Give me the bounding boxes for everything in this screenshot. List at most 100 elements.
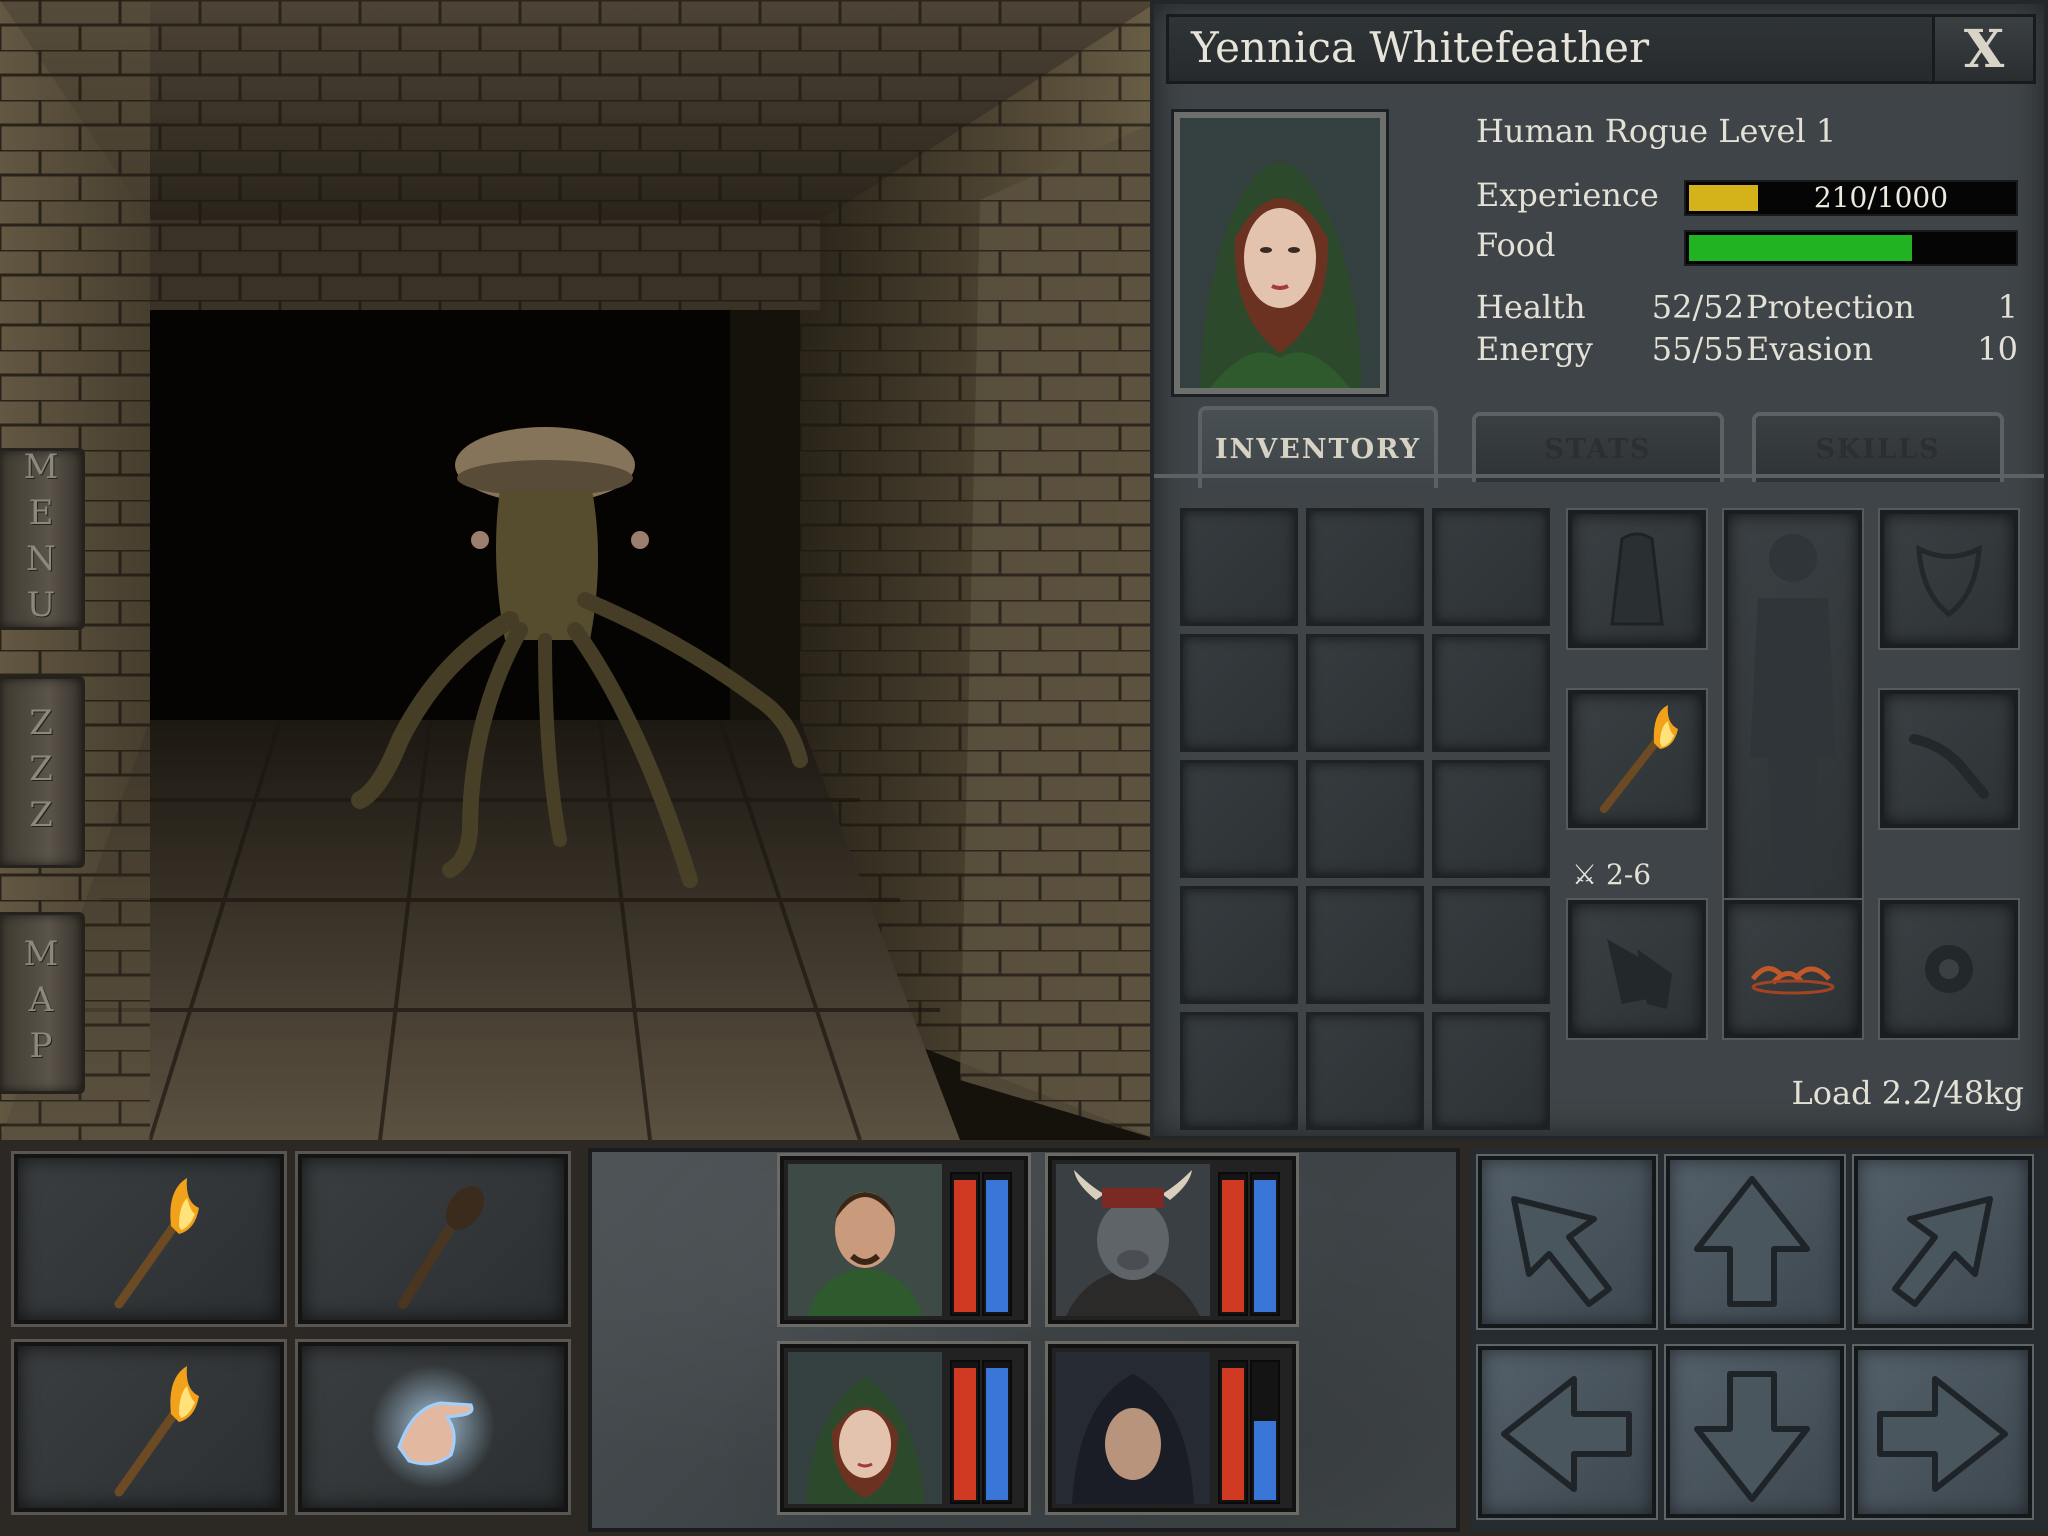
party-portrait	[1056, 1352, 1210, 1504]
health-value: 52/52	[1651, 288, 1744, 326]
ring-icon	[1925, 945, 1973, 993]
energy-bar-fill	[986, 1368, 1008, 1500]
energy-bar	[1250, 1360, 1280, 1504]
dungeon-viewport[interactable]: MENU ZZZ MAP	[0, 0, 1160, 1140]
inventory-slot[interactable]	[1432, 634, 1550, 752]
character-panel: Yennica Whitefeather X Human Rogue Level…	[1150, 0, 2048, 1140]
cloak-icon	[1610, 532, 1664, 626]
character-portrait	[1174, 112, 1386, 394]
party-portrait	[788, 1164, 942, 1316]
name-bar: Yennica Whitefeather X	[1166, 14, 2036, 84]
energy-bar	[1250, 1172, 1280, 1316]
protection-value: 1	[1997, 288, 2018, 326]
inventory-slot[interactable]	[1432, 1012, 1550, 1130]
turn-left-icon	[1511, 1196, 1612, 1307]
inventory-slot[interactable]	[1180, 1012, 1298, 1130]
boots-slot[interactable]	[1722, 898, 1864, 1040]
health-bar	[1218, 1360, 1248, 1504]
inventory-slot[interactable]	[1180, 886, 1298, 1004]
health-bar	[950, 1360, 980, 1504]
open-hand-icon	[371, 1365, 495, 1489]
turn-left-button[interactable]	[1476, 1154, 1658, 1330]
necklace-icon	[1916, 544, 1982, 618]
weapon-damage: ⚔ 2-6	[1572, 858, 1652, 891]
inventory-slot[interactable]	[1180, 760, 1298, 878]
protection-label: Protection	[1746, 288, 1915, 326]
energy-bar-fill	[1254, 1180, 1276, 1312]
map-tab-label: MAP	[21, 934, 61, 1072]
backward-button[interactable]	[1664, 1344, 1846, 1520]
menu-tab[interactable]: MENU	[0, 447, 85, 631]
inventory-area: ⚔ 2-6 Load 2.2/48kg	[1154, 474, 2044, 1140]
party-member-2[interactable]	[1045, 1153, 1299, 1327]
tab-skills[interactable]: SKILLS	[1752, 412, 2004, 482]
inventory-slot[interactable]	[1306, 634, 1424, 752]
inventory-slot[interactable]	[1432, 886, 1550, 1004]
inventory-slot[interactable]	[1306, 508, 1424, 626]
body-armor-slot[interactable]	[1722, 508, 1864, 928]
party-member-1[interactable]	[777, 1153, 1031, 1327]
inventory-slot[interactable]	[1306, 886, 1424, 1004]
energy-bar	[982, 1172, 1012, 1316]
rest-tab-label: ZZZ	[21, 703, 61, 841]
strafe-left-button[interactable]	[1476, 1344, 1658, 1520]
forward-button[interactable]	[1664, 1154, 1846, 1330]
hand-outline-icon	[1909, 734, 1989, 799]
body-silhouette-icon	[1750, 534, 1836, 908]
hand-slot-1[interactable]	[11, 1151, 287, 1327]
necklace-slot[interactable]	[1878, 508, 2020, 650]
inventory-slot[interactable]	[1180, 634, 1298, 752]
experience-label: Experience	[1476, 176, 1659, 214]
health-bar	[1218, 1172, 1248, 1316]
main-hand-slot[interactable]	[1566, 688, 1708, 830]
party-member-4[interactable]	[1045, 1341, 1299, 1515]
inventory-slot[interactable]	[1432, 760, 1550, 878]
party-member-3[interactable]	[777, 1341, 1031, 1515]
turn-right-icon	[1892, 1196, 1993, 1307]
health-bar	[950, 1172, 980, 1316]
gloves-slot[interactable]	[1566, 898, 1708, 1040]
experience-value: 210/1000	[1813, 181, 1949, 214]
close-button[interactable]: X	[1932, 17, 2033, 81]
backward-icon	[1694, 1371, 1810, 1502]
torch-icon	[1600, 705, 1678, 813]
turn-right-button[interactable]	[1852, 1154, 2034, 1330]
torch-icon	[114, 1178, 199, 1309]
hand-slot-2[interactable]	[295, 1151, 571, 1327]
torch-icon	[114, 1366, 199, 1497]
off-hand-slot[interactable]	[1878, 688, 2020, 830]
inventory-slot[interactable]	[1306, 1012, 1424, 1130]
sandals-icon	[1751, 966, 1835, 995]
rest-tab[interactable]: ZZZ	[0, 676, 85, 868]
inventory-slot[interactable]	[1432, 508, 1550, 626]
cloak-slot[interactable]	[1566, 508, 1708, 650]
evasion-label: Evasion	[1746, 330, 1874, 368]
inventory-slot[interactable]	[1180, 508, 1298, 626]
food-bar-fill	[1689, 235, 1913, 261]
map-tab[interactable]: MAP	[0, 912, 85, 1094]
load-weight: Load 2.2/48kg	[1791, 1074, 2024, 1112]
strafe-right-button[interactable]	[1852, 1344, 2034, 1520]
health-bar-fill	[954, 1180, 976, 1312]
forward-icon	[1694, 1176, 1810, 1307]
energy-label: Energy	[1476, 330, 1593, 368]
energy-value: 55/55	[1651, 330, 1744, 368]
energy-bar-fill	[1254, 1420, 1276, 1500]
health-bar-fill	[1222, 1368, 1244, 1500]
energy-bar	[982, 1360, 1012, 1504]
tab-stats[interactable]: STATS	[1472, 412, 1724, 482]
weapon-damage-value: 2-6	[1606, 858, 1652, 891]
menu-tab-label: MENU	[21, 447, 61, 631]
hand-slot-3[interactable]	[11, 1339, 287, 1515]
hand-slot-4[interactable]	[295, 1339, 571, 1515]
health-bar-fill	[954, 1368, 976, 1500]
strafe-right-icon	[1877, 1376, 2008, 1492]
energy-bar-fill	[986, 1180, 1008, 1312]
food-bar	[1684, 230, 2018, 266]
ring-slot[interactable]	[1878, 898, 2020, 1040]
bottom-hud	[0, 1140, 2048, 1536]
inventory-slot[interactable]	[1306, 760, 1424, 878]
character-name: Yennica Whitefeather	[1191, 23, 1650, 72]
health-bar-fill	[1222, 1180, 1244, 1312]
food-label: Food	[1476, 226, 1556, 264]
